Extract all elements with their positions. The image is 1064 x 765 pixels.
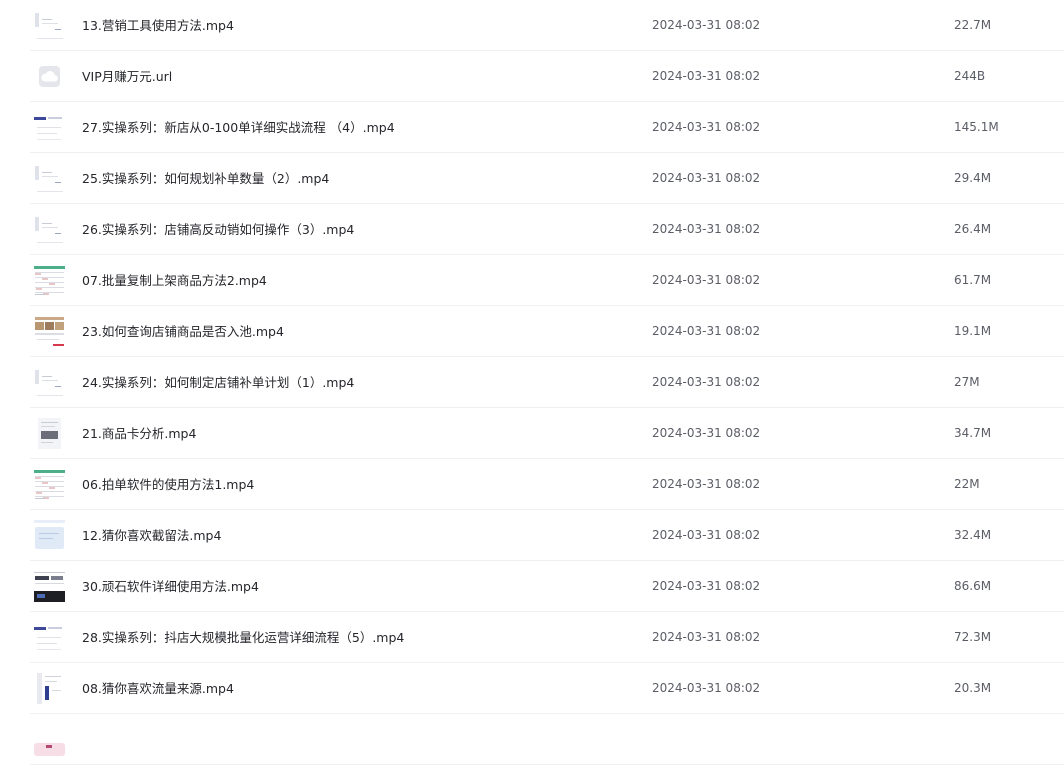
video-thumbnail [33,213,66,246]
file-row[interactable] [0,714,1064,765]
video-thumbnail [33,723,66,756]
cloud-link-icon [33,60,66,93]
file-row[interactable]: 06.拍单软件的使用方法1.mp4 2024-03-31 08:02 22M [0,459,1064,510]
file-size: 244B [954,69,986,83]
video-thumbnail [33,672,66,705]
file-name[interactable]: 27.实操系列：新店从0-100单详细实战流程 （4）.mp4 [82,102,395,153]
modified-date: 2024-03-31 08:02 [652,69,761,83]
file-row[interactable]: 23.如何查询店铺商品是否入池.mp4 2024-03-31 08:02 19.1M [0,306,1064,357]
video-thumbnail [33,570,66,603]
video-thumbnail [33,519,66,552]
file-name[interactable]: 30.顽石软件详细使用方法.mp4 [82,561,259,612]
video-thumbnail [33,264,66,297]
file-row[interactable]: 12.猜你喜欢截留法.mp4 2024-03-31 08:02 32.4M [0,510,1064,561]
file-size: 20.3M [954,681,992,695]
modified-date: 2024-03-31 08:02 [652,477,761,491]
modified-date: 2024-03-31 08:02 [652,528,761,542]
file-size: 22M [954,477,980,491]
file-name[interactable]: 23.如何查询店铺商品是否入池.mp4 [82,306,284,357]
file-size: 32.4M [954,528,992,542]
file-name[interactable]: 25.实操系列：如何规划补单数量（2）.mp4 [82,153,329,204]
file-name[interactable]: 26.实操系列：店铺高反动销如何操作（3）.mp4 [82,204,354,255]
file-row[interactable]: 21.商品卡分析.mp4 2024-03-31 08:02 34.7M [0,408,1064,459]
modified-date: 2024-03-31 08:02 [652,222,761,236]
file-name[interactable]: 12.猜你喜欢截留法.mp4 [82,510,221,561]
file-name[interactable]: 13.营销工具使用方法.mp4 [82,0,234,51]
file-row[interactable]: 25.实操系列：如何规划补单数量（2）.mp4 2024-03-31 08:02 2… [0,153,1064,204]
file-name[interactable]: 24.实操系列：如何制定店铺补单计划（1）.mp4 [82,357,354,408]
file-row[interactable]: 07.批量复制上架商品方法2.mp4 2024-03-31 08:02 61.7M [0,255,1064,306]
file-row[interactable]: VIP月赚万元.url 2024-03-31 08:02 244B [0,51,1064,102]
file-row[interactable]: 26.实操系列：店铺高反动销如何操作（3）.mp4 2024-03-31 08:0… [0,204,1064,255]
video-thumbnail [33,366,66,399]
file-size: 61.7M [954,273,992,287]
modified-date: 2024-03-31 08:02 [652,324,761,338]
modified-date: 2024-03-31 08:02 [652,171,761,185]
file-size: 29.4M [954,171,992,185]
file-name[interactable]: VIP月赚万元.url [82,51,172,102]
video-thumbnail [33,417,66,450]
file-row[interactable]: 24.实操系列：如何制定店铺补单计划（1）.mp4 2024-03-31 08:0… [0,357,1064,408]
file-size: 27M [954,375,980,389]
file-row[interactable]: 08.猜你喜欢流量来源.mp4 2024-03-31 08:02 20.3M [0,663,1064,714]
file-row[interactable]: 27.实操系列：新店从0-100单详细实战流程 （4）.mp4 2024-03-3… [0,102,1064,153]
modified-date: 2024-03-31 08:02 [652,579,761,593]
video-thumbnail [33,111,66,144]
file-row[interactable]: 28.实操系列：抖店大规模批量化运营详细流程（5）.mp4 2024-03-31 … [0,612,1064,663]
file-row[interactable]: 13.营销工具使用方法.mp4 2024-03-31 08:02 22.7M [0,0,1064,51]
modified-date: 2024-03-31 08:02 [652,375,761,389]
modified-date: 2024-03-31 08:02 [652,630,761,644]
file-name[interactable]: 21.商品卡分析.mp4 [82,408,196,459]
video-thumbnail [33,468,66,501]
file-name[interactable]: 06.拍单软件的使用方法1.mp4 [82,459,254,510]
modified-date: 2024-03-31 08:02 [652,273,761,287]
modified-date: 2024-03-31 08:02 [652,426,761,440]
file-size: 19.1M [954,324,992,338]
modified-date: 2024-03-31 08:02 [652,120,761,134]
video-thumbnail [33,162,66,195]
modified-date: 2024-03-31 08:02 [652,681,761,695]
modified-date: 2024-03-31 08:02 [652,18,761,32]
file-size: 26.4M [954,222,992,236]
file-name[interactable]: 28.实操系列：抖店大规模批量化运营详细流程（5）.mp4 [82,612,404,663]
file-size: 72.3M [954,630,992,644]
video-thumbnail [33,621,66,654]
file-size: 86.6M [954,579,992,593]
video-thumbnail [33,9,66,42]
file-row[interactable]: 30.顽石软件详细使用方法.mp4 2024-03-31 08:02 86.6M [0,561,1064,612]
file-size: 22.7M [954,18,992,32]
video-thumbnail [33,315,66,348]
file-name[interactable]: 07.批量复制上架商品方法2.mp4 [82,255,267,306]
file-name[interactable]: 08.猜你喜欢流量来源.mp4 [82,663,234,714]
file-size: 145.1M [954,120,999,134]
file-size: 34.7M [954,426,992,440]
